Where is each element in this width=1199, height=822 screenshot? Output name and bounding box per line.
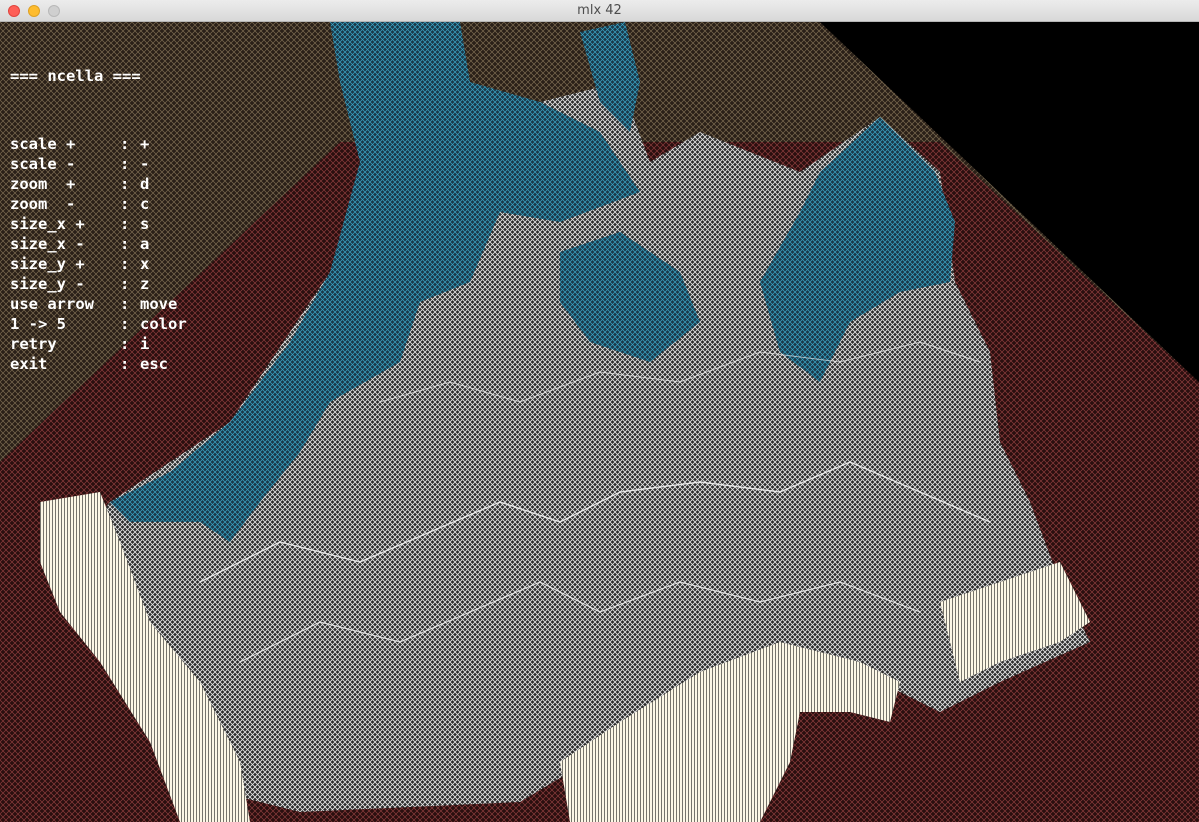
title-bar: mlx 42: [0, 0, 1199, 22]
help-value: i: [140, 335, 150, 353]
help-key: use arrow: [10, 295, 94, 313]
help-separator: :: [120, 135, 130, 153]
help-key: size_y -: [10, 275, 85, 293]
help-value: x: [140, 255, 150, 273]
help-rows: scale +: + scale -: - zoom +: d zoom -: c size_x…: [10, 134, 187, 374]
help-row: zoom +: d: [10, 174, 187, 194]
help-row: exit: esc: [10, 354, 187, 374]
help-key: retry: [10, 335, 57, 353]
help-value: s: [140, 215, 150, 233]
help-separator: :: [120, 215, 130, 233]
help-key: size_x -: [10, 235, 85, 253]
app-window: mlx 42 === ncella === scale +: + scale …: [0, 0, 1199, 822]
help-row: use arrow: move: [10, 294, 187, 314]
help-value: c: [140, 195, 150, 213]
help-key: size_x +: [10, 215, 85, 233]
help-row: size_y -: z: [10, 274, 187, 294]
help-separator: :: [120, 235, 130, 253]
help-key: zoom +: [10, 175, 76, 193]
help-value: -: [140, 155, 150, 173]
help-value: a: [140, 235, 150, 253]
help-key: zoom -: [10, 195, 76, 213]
help-row: zoom -: c: [10, 194, 187, 214]
help-separator: :: [120, 175, 130, 193]
help-row: retry: i: [10, 334, 187, 354]
help-separator: :: [120, 315, 130, 333]
help-row: 1 -> 5: color: [10, 314, 187, 334]
help-value: color: [140, 315, 187, 333]
help-row: size_y +: x: [10, 254, 187, 274]
help-key: exit: [10, 355, 48, 373]
help-separator: :: [120, 335, 130, 353]
controls-help-overlay: === ncella === scale +: + scale -: - zoom +:…: [10, 26, 187, 414]
help-separator: :: [120, 155, 130, 173]
help-value: move: [140, 295, 178, 313]
window-title: mlx 42: [577, 3, 622, 18]
help-row: size_x +: s: [10, 214, 187, 234]
help-separator: :: [120, 255, 130, 273]
help-separator: :: [120, 355, 130, 373]
help-value: +: [140, 135, 150, 153]
help-value: d: [140, 175, 150, 193]
help-row: scale +: +: [10, 134, 187, 154]
help-key: scale -: [10, 155, 76, 173]
help-key: scale +: [10, 135, 76, 153]
help-key: size_y +: [10, 255, 85, 273]
help-value: esc: [140, 355, 168, 373]
help-row: scale -:-: [10, 154, 187, 174]
help-separator: :: [120, 295, 130, 313]
help-row: size_x -: a: [10, 234, 187, 254]
help-title: === ncella ===: [10, 67, 141, 85]
help-key: 1 -> 5: [10, 315, 66, 333]
help-value: z: [140, 275, 150, 293]
help-separator: :: [120, 275, 130, 293]
help-separator: :: [120, 195, 130, 213]
